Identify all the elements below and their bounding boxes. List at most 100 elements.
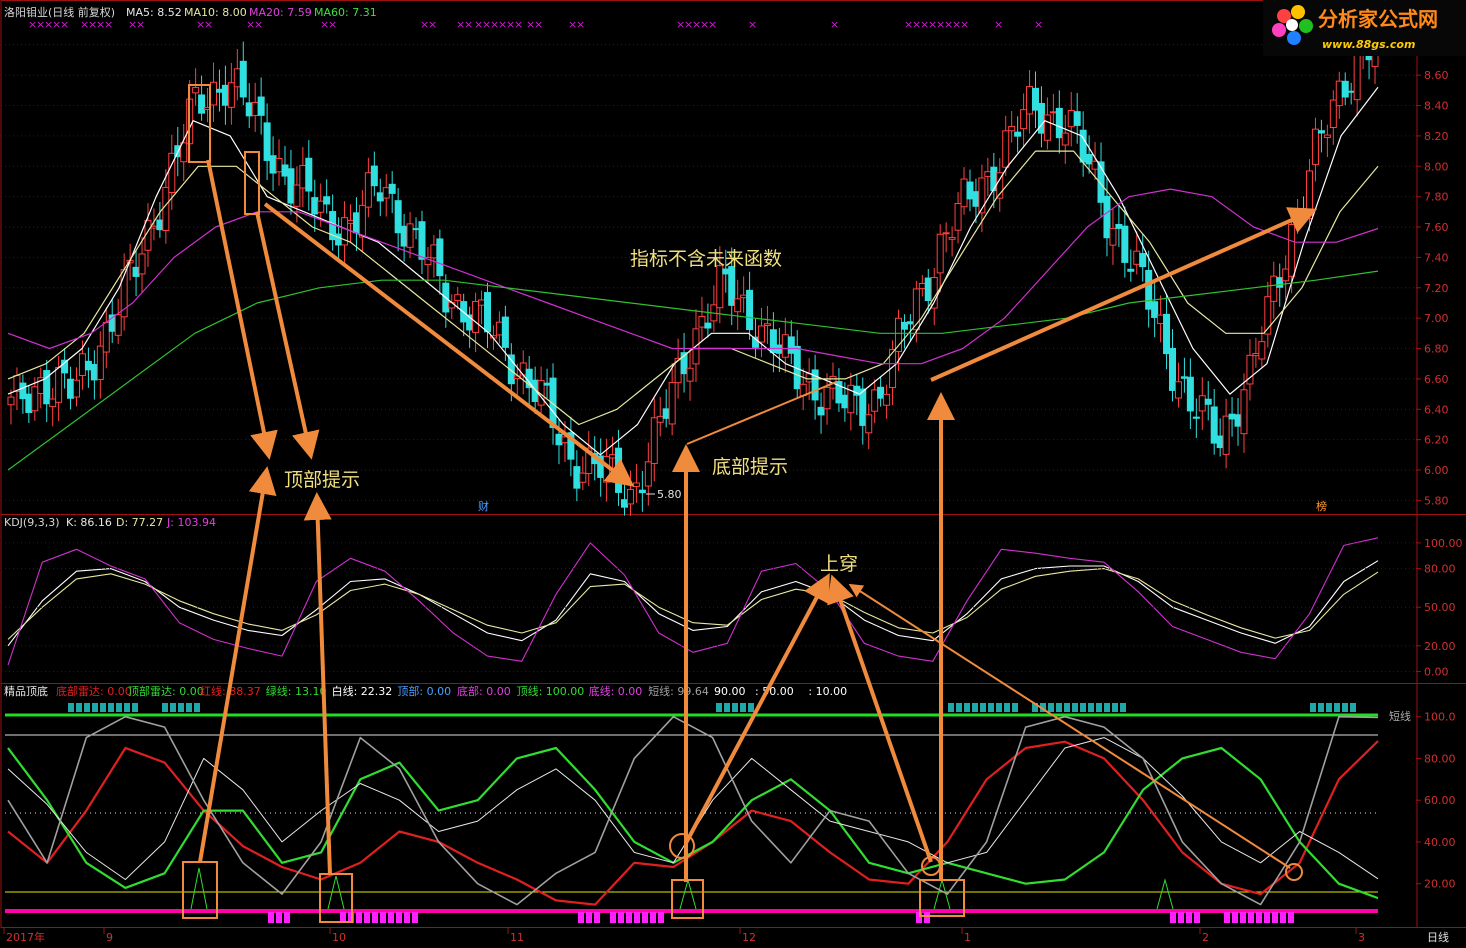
candle-body bbox=[1258, 341, 1266, 360]
jp-line-2 bbox=[7, 737, 1379, 880]
candle-body bbox=[472, 300, 480, 333]
candle-body bbox=[686, 367, 694, 382]
candle-body bbox=[293, 184, 301, 207]
jp-legend-item: 顶部: 0.00 bbox=[397, 684, 451, 698]
x-tick-label: 9 bbox=[106, 931, 113, 944]
header-x-mark: × bbox=[960, 18, 969, 31]
candle-body bbox=[430, 244, 438, 259]
top-radar-block bbox=[68, 703, 74, 712]
candle-body bbox=[484, 292, 491, 333]
price-tick-label: 6.20 bbox=[1424, 434, 1449, 447]
candle-body bbox=[233, 68, 241, 88]
candle-body bbox=[55, 366, 63, 403]
candle-body bbox=[1240, 389, 1248, 435]
candle-body bbox=[436, 238, 444, 277]
candle-body bbox=[781, 334, 789, 358]
candle-body bbox=[1091, 160, 1099, 170]
top-radar-block bbox=[124, 703, 130, 712]
candle-body bbox=[263, 122, 271, 161]
jp-legend-item: : 50.00 bbox=[755, 685, 794, 698]
candle-body bbox=[1151, 301, 1159, 318]
candle-body bbox=[1186, 376, 1194, 412]
candle-body bbox=[448, 302, 456, 309]
candle-body bbox=[746, 289, 754, 331]
price-tick-label: 6.40 bbox=[1424, 403, 1449, 416]
candle-body bbox=[358, 204, 366, 238]
candle-body bbox=[942, 232, 950, 235]
cross-up-label: 上穿 bbox=[820, 553, 858, 575]
jp-legend-item: 底部雷达: 0.00 bbox=[56, 684, 132, 698]
candle-body bbox=[787, 336, 795, 354]
candle-body bbox=[114, 314, 122, 336]
candle-body bbox=[609, 454, 617, 459]
candle-body bbox=[871, 389, 879, 412]
jp-legend-item: 短线: 99.64 bbox=[648, 684, 709, 698]
top-radar-block bbox=[1012, 703, 1018, 712]
bottom-radar-block bbox=[924, 912, 930, 923]
candle-body bbox=[895, 317, 902, 353]
header-x-mark: × bbox=[576, 18, 585, 31]
bottom-radar-block bbox=[1248, 912, 1254, 923]
site-logo: 分析家公式网 www.88gs.com bbox=[1263, 0, 1466, 56]
bottom-radar-block bbox=[1280, 912, 1286, 923]
bottom-radar-block bbox=[1264, 912, 1270, 923]
candle-body bbox=[478, 299, 486, 306]
candle-body bbox=[418, 221, 426, 260]
candle-body bbox=[156, 219, 164, 231]
svg-text:分析家公式网: 分析家公式网 bbox=[1318, 7, 1438, 31]
candle-body bbox=[251, 101, 259, 116]
top-radar-block bbox=[1072, 703, 1078, 712]
candle-body bbox=[1026, 86, 1034, 115]
jp-legend-item: 90.00 bbox=[714, 685, 746, 698]
top-radar-block bbox=[1104, 703, 1110, 712]
top-radar-block bbox=[1120, 703, 1126, 712]
candle-body bbox=[1210, 406, 1218, 444]
candle-body bbox=[644, 461, 652, 487]
short-line-label: 短线 bbox=[1389, 709, 1411, 723]
candle-body bbox=[501, 316, 509, 348]
price-tick-label: 7.40 bbox=[1424, 251, 1449, 264]
top-radar-block bbox=[988, 703, 994, 712]
header-x-mark: × bbox=[830, 18, 839, 31]
x-tick-label: 3 bbox=[1358, 931, 1365, 944]
top-radar-block bbox=[1342, 703, 1348, 712]
candle-body bbox=[1115, 223, 1123, 229]
candle-body bbox=[406, 223, 414, 248]
candle-body bbox=[823, 386, 831, 410]
bottom-radar-block bbox=[404, 912, 410, 923]
top-radar-block bbox=[1112, 703, 1118, 712]
top-radar-block bbox=[76, 703, 82, 712]
top-radar-block bbox=[948, 703, 954, 712]
candle-body bbox=[132, 266, 140, 277]
candle-body bbox=[49, 398, 57, 408]
bottom-radar-block bbox=[372, 912, 378, 923]
price-tick-label: 8.20 bbox=[1424, 130, 1449, 143]
candle-body bbox=[763, 323, 771, 326]
kdj-tick-label: 80.00 bbox=[1424, 563, 1456, 576]
bottom-radar-block bbox=[268, 912, 274, 923]
ranking-marker: 榜 bbox=[1316, 499, 1327, 513]
candle-body bbox=[394, 200, 402, 234]
price-tick-label: 8.40 bbox=[1424, 100, 1449, 113]
candle-body bbox=[335, 233, 343, 246]
bottom-radar-block bbox=[1194, 912, 1200, 923]
top-radar-block bbox=[1350, 703, 1356, 712]
candle-body bbox=[257, 96, 265, 116]
top-radar-block bbox=[724, 703, 730, 712]
bottom-radar-block bbox=[276, 912, 282, 923]
candle-body bbox=[382, 187, 390, 199]
x-tick-label: 11 bbox=[510, 931, 524, 944]
period-label[interactable]: 日线 bbox=[1427, 930, 1449, 944]
kdj-line-k bbox=[7, 560, 1379, 647]
candle-body bbox=[1067, 110, 1075, 128]
candle-body bbox=[495, 321, 503, 336]
candle-body bbox=[948, 236, 956, 240]
header-x-mark: × bbox=[464, 18, 473, 31]
header-x-mark: × bbox=[136, 18, 145, 31]
candle-body bbox=[1335, 80, 1343, 107]
jp-title: 精品顶底 bbox=[4, 684, 48, 698]
x-tick-label: 10 bbox=[332, 931, 346, 944]
bottom-radar-block bbox=[1232, 912, 1238, 923]
price-tick-label: 6.60 bbox=[1424, 373, 1449, 386]
top-radar-block bbox=[740, 703, 746, 712]
